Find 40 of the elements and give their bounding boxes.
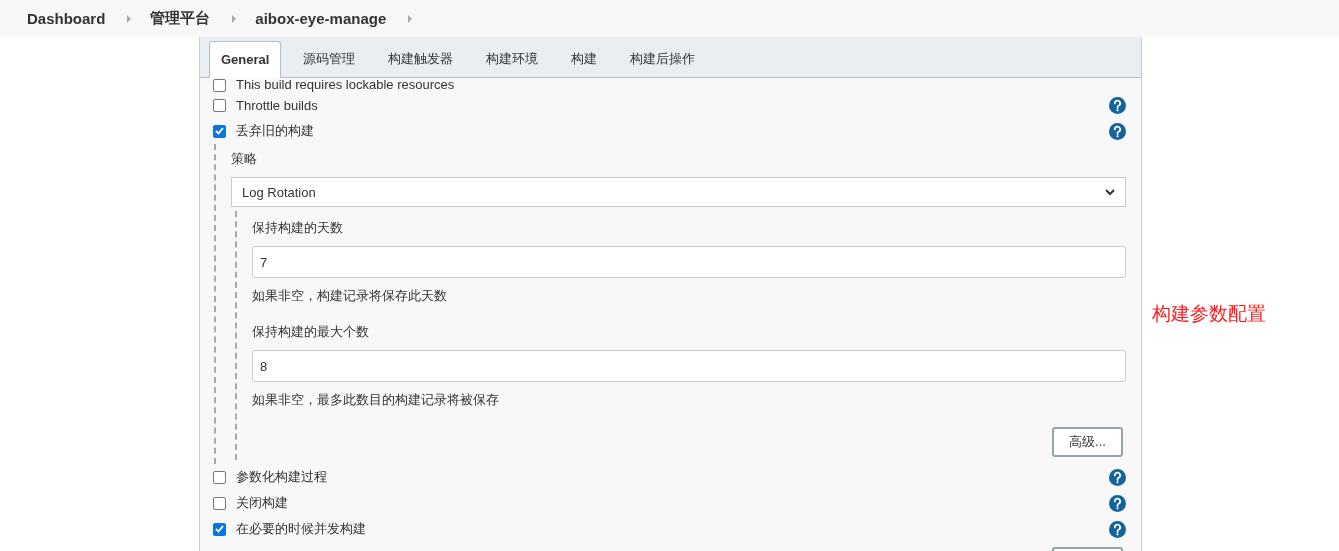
- field-label: 策略: [231, 150, 258, 168]
- annotation-text: 构建参数配置: [1152, 303, 1266, 324]
- tab[interactable]: 构建后操作: [614, 41, 712, 77]
- breadcrumb-link[interactable]: Dashboard: [27, 10, 106, 27]
- checkbox[interactable]: [213, 79, 226, 92]
- checkbox-label: 参数化构建过程: [236, 468, 328, 486]
- help-icon[interactable]: [1109, 122, 1126, 140]
- help-icon[interactable]: [1109, 520, 1126, 538]
- tab[interactable]: 构建环境: [470, 41, 555, 77]
- strategy-dropdown[interactable]: Log Rotation: [231, 177, 1126, 207]
- checkbox-label: 在必要的时候并发构建: [236, 520, 367, 538]
- checkbox-label: 丢弃旧的构建: [236, 122, 315, 140]
- field-label: 保持构建的最大个数: [252, 323, 370, 341]
- checkbox-label: This build requires lockable resources: [236, 78, 456, 92]
- breadcrumb-link[interactable]: 管理平台: [150, 9, 211, 28]
- help-icon[interactable]: [1109, 494, 1126, 512]
- input-field[interactable]: 8: [252, 350, 1126, 382]
- checkbox[interactable]: [213, 522, 226, 536]
- checkbox-label: 关闭构建: [236, 494, 289, 512]
- checkbox[interactable]: [213, 124, 226, 138]
- tab[interactable]: 构建触发器: [372, 41, 470, 77]
- input-field[interactable]: 7: [252, 246, 1126, 278]
- breadcrumb-arrow-icon: [408, 14, 413, 23]
- tab[interactable]: General: [209, 41, 282, 78]
- checkbox[interactable]: [213, 496, 226, 510]
- checkbox[interactable]: [213, 470, 226, 484]
- advanced-button[interactable]: 高级...: [1052, 427, 1123, 457]
- field-hint: 如果非空，构建记录将保存此天数: [252, 287, 448, 305]
- tab[interactable]: 源码管理: [287, 41, 372, 77]
- breadcrumb-arrow-icon: [232, 14, 237, 23]
- help-icon[interactable]: [1109, 468, 1126, 486]
- breadcrumb-link[interactable]: aibox-eye-manage: [255, 10, 387, 27]
- checkbox[interactable]: [213, 98, 226, 112]
- field-hint: 如果非空，最多此数目的构建记录将被保存: [252, 391, 500, 409]
- checkbox-label: Throttle builds: [236, 97, 319, 113]
- tab[interactable]: 构建: [555, 41, 614, 77]
- help-icon[interactable]: [1109, 96, 1126, 114]
- chevron-down-icon: [1105, 188, 1115, 196]
- breadcrumb-arrow-icon: [127, 14, 132, 23]
- field-label: 保持构建的天数: [252, 219, 344, 237]
